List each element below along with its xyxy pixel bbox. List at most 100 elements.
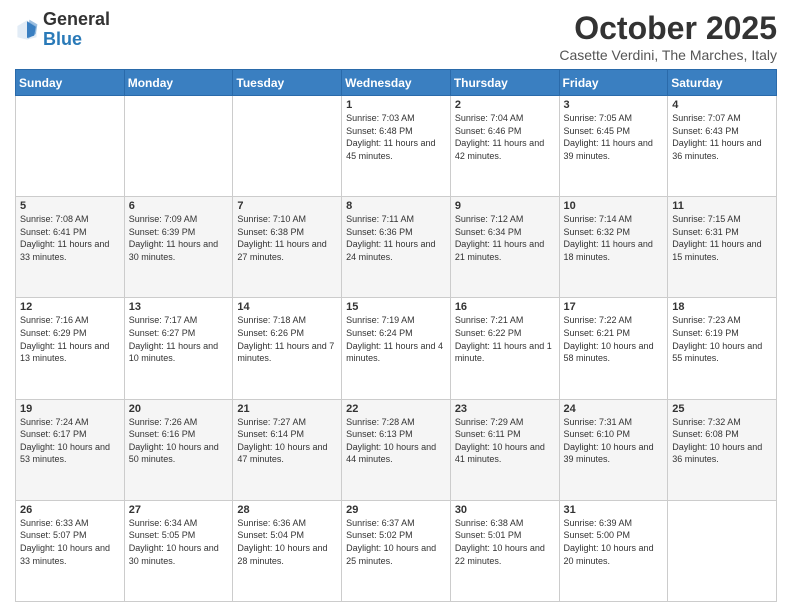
table-row: 25 Sunrise: 7:32 AM Sunset: 6:08 PM Dayl… xyxy=(668,399,777,500)
sunrise-text: Sunrise: 7:17 AM xyxy=(129,315,198,325)
daylight-text: Daylight: 11 hours and 42 minutes. xyxy=(455,138,544,161)
day-number: 29 xyxy=(346,504,446,516)
sunset-text: Sunset: 6:32 PM xyxy=(564,227,631,237)
day-number: 7 xyxy=(237,200,337,212)
sunrise-text: Sunrise: 7:04 AM xyxy=(455,113,524,123)
sunset-text: Sunset: 6:17 PM xyxy=(20,429,87,439)
daylight-text: Daylight: 11 hours and 36 minutes. xyxy=(672,138,761,161)
daylight-text: Daylight: 11 hours and 18 minutes. xyxy=(564,239,653,262)
daylight-text: Daylight: 10 hours and 20 minutes. xyxy=(564,543,654,566)
daylight-text: Daylight: 10 hours and 50 minutes. xyxy=(129,442,219,465)
table-row: 24 Sunrise: 7:31 AM Sunset: 6:10 PM Dayl… xyxy=(559,399,668,500)
table-row: 30 Sunrise: 6:38 AM Sunset: 5:01 PM Dayl… xyxy=(450,500,559,601)
col-thursday: Thursday xyxy=(450,70,559,96)
calendar-week-row: 12 Sunrise: 7:16 AM Sunset: 6:29 PM Dayl… xyxy=(16,298,777,399)
day-number: 9 xyxy=(455,200,555,212)
sunset-text: Sunset: 6:48 PM xyxy=(346,126,413,136)
day-number: 31 xyxy=(564,504,664,516)
calendar-week-row: 19 Sunrise: 7:24 AM Sunset: 6:17 PM Dayl… xyxy=(16,399,777,500)
daylight-text: Daylight: 10 hours and 28 minutes. xyxy=(237,543,327,566)
day-info: Sunrise: 7:21 AM Sunset: 6:22 PM Dayligh… xyxy=(455,314,555,364)
day-number: 12 xyxy=(20,301,120,313)
col-saturday: Saturday xyxy=(668,70,777,96)
table-row: 5 Sunrise: 7:08 AM Sunset: 6:41 PM Dayli… xyxy=(16,197,125,298)
day-info: Sunrise: 7:17 AM Sunset: 6:27 PM Dayligh… xyxy=(129,314,229,364)
day-info: Sunrise: 7:23 AM Sunset: 6:19 PM Dayligh… xyxy=(672,314,772,364)
day-info: Sunrise: 7:03 AM Sunset: 6:48 PM Dayligh… xyxy=(346,112,446,162)
table-row: 18 Sunrise: 7:23 AM Sunset: 6:19 PM Dayl… xyxy=(668,298,777,399)
header: General Blue October 2025 Casette Verdin… xyxy=(15,10,777,63)
sunset-text: Sunset: 5:04 PM xyxy=(237,530,304,540)
sunset-text: Sunset: 6:29 PM xyxy=(20,328,87,338)
sunset-text: Sunset: 6:11 PM xyxy=(455,429,521,439)
table-row: 6 Sunrise: 7:09 AM Sunset: 6:39 PM Dayli… xyxy=(124,197,233,298)
day-number: 17 xyxy=(564,301,664,313)
table-row: 19 Sunrise: 7:24 AM Sunset: 6:17 PM Dayl… xyxy=(16,399,125,500)
sunrise-text: Sunrise: 7:27 AM xyxy=(237,417,306,427)
daylight-text: Daylight: 11 hours and 27 minutes. xyxy=(237,239,326,262)
sunrise-text: Sunrise: 6:34 AM xyxy=(129,518,198,528)
day-number: 11 xyxy=(672,200,772,212)
col-sunday: Sunday xyxy=(16,70,125,96)
daylight-text: Daylight: 11 hours and 39 minutes. xyxy=(564,138,653,161)
sunrise-text: Sunrise: 7:15 AM xyxy=(672,214,741,224)
daylight-text: Daylight: 10 hours and 44 minutes. xyxy=(346,442,436,465)
day-info: Sunrise: 7:24 AM Sunset: 6:17 PM Dayligh… xyxy=(20,416,120,466)
table-row: 16 Sunrise: 7:21 AM Sunset: 6:22 PM Dayl… xyxy=(450,298,559,399)
sunrise-text: Sunrise: 7:31 AM xyxy=(564,417,633,427)
day-info: Sunrise: 7:09 AM Sunset: 6:39 PM Dayligh… xyxy=(129,213,229,263)
col-wednesday: Wednesday xyxy=(342,70,451,96)
sunrise-text: Sunrise: 7:05 AM xyxy=(564,113,633,123)
sunset-text: Sunset: 6:27 PM xyxy=(129,328,196,338)
sunrise-text: Sunrise: 7:12 AM xyxy=(455,214,524,224)
table-row xyxy=(668,500,777,601)
daylight-text: Daylight: 11 hours and 33 minutes. xyxy=(20,239,109,262)
sunset-text: Sunset: 6:31 PM xyxy=(672,227,739,237)
table-row: 13 Sunrise: 7:17 AM Sunset: 6:27 PM Dayl… xyxy=(124,298,233,399)
sunset-text: Sunset: 5:05 PM xyxy=(129,530,196,540)
day-info: Sunrise: 7:11 AM Sunset: 6:36 PM Dayligh… xyxy=(346,213,446,263)
table-row: 26 Sunrise: 6:33 AM Sunset: 5:07 PM Dayl… xyxy=(16,500,125,601)
daylight-text: Daylight: 10 hours and 30 minutes. xyxy=(129,543,219,566)
day-number: 21 xyxy=(237,403,337,415)
table-row: 23 Sunrise: 7:29 AM Sunset: 6:11 PM Dayl… xyxy=(450,399,559,500)
logo: General Blue xyxy=(15,10,110,50)
day-info: Sunrise: 7:10 AM Sunset: 6:38 PM Dayligh… xyxy=(237,213,337,263)
daylight-text: Daylight: 10 hours and 39 minutes. xyxy=(564,442,654,465)
sunset-text: Sunset: 6:13 PM xyxy=(346,429,413,439)
title-section: October 2025 Casette Verdini, The Marche… xyxy=(559,10,777,63)
day-number: 1 xyxy=(346,99,446,111)
table-row: 4 Sunrise: 7:07 AM Sunset: 6:43 PM Dayli… xyxy=(668,96,777,197)
day-info: Sunrise: 7:26 AM Sunset: 6:16 PM Dayligh… xyxy=(129,416,229,466)
table-row: 28 Sunrise: 6:36 AM Sunset: 5:04 PM Dayl… xyxy=(233,500,342,601)
table-row: 10 Sunrise: 7:14 AM Sunset: 6:32 PM Dayl… xyxy=(559,197,668,298)
table-row: 14 Sunrise: 7:18 AM Sunset: 6:26 PM Dayl… xyxy=(233,298,342,399)
sunset-text: Sunset: 5:00 PM xyxy=(564,530,631,540)
table-row: 20 Sunrise: 7:26 AM Sunset: 6:16 PM Dayl… xyxy=(124,399,233,500)
sunset-text: Sunset: 6:39 PM xyxy=(129,227,196,237)
sunset-text: Sunset: 6:43 PM xyxy=(672,126,739,136)
sunset-text: Sunset: 6:10 PM xyxy=(564,429,631,439)
daylight-text: Daylight: 11 hours and 4 minutes. xyxy=(346,341,443,364)
day-info: Sunrise: 7:15 AM Sunset: 6:31 PM Dayligh… xyxy=(672,213,772,263)
sunrise-text: Sunrise: 6:37 AM xyxy=(346,518,415,528)
sunrise-text: Sunrise: 7:11 AM xyxy=(346,214,414,224)
day-number: 15 xyxy=(346,301,446,313)
calendar-header-row: Sunday Monday Tuesday Wednesday Thursday… xyxy=(16,70,777,96)
day-number: 6 xyxy=(129,200,229,212)
table-row: 27 Sunrise: 6:34 AM Sunset: 5:05 PM Dayl… xyxy=(124,500,233,601)
sunrise-text: Sunrise: 7:22 AM xyxy=(564,315,633,325)
daylight-text: Daylight: 11 hours and 13 minutes. xyxy=(20,341,109,364)
day-number: 3 xyxy=(564,99,664,111)
day-number: 20 xyxy=(129,403,229,415)
day-info: Sunrise: 7:05 AM Sunset: 6:45 PM Dayligh… xyxy=(564,112,664,162)
sunrise-text: Sunrise: 7:18 AM xyxy=(237,315,306,325)
daylight-text: Daylight: 10 hours and 58 minutes. xyxy=(564,341,654,364)
daylight-text: Daylight: 10 hours and 25 minutes. xyxy=(346,543,436,566)
sunset-text: Sunset: 6:24 PM xyxy=(346,328,413,338)
day-info: Sunrise: 7:18 AM Sunset: 6:26 PM Dayligh… xyxy=(237,314,337,364)
daylight-text: Daylight: 11 hours and 24 minutes. xyxy=(346,239,435,262)
sunset-text: Sunset: 6:14 PM xyxy=(237,429,304,439)
sunset-text: Sunset: 6:16 PM xyxy=(129,429,196,439)
daylight-text: Daylight: 11 hours and 10 minutes. xyxy=(129,341,218,364)
